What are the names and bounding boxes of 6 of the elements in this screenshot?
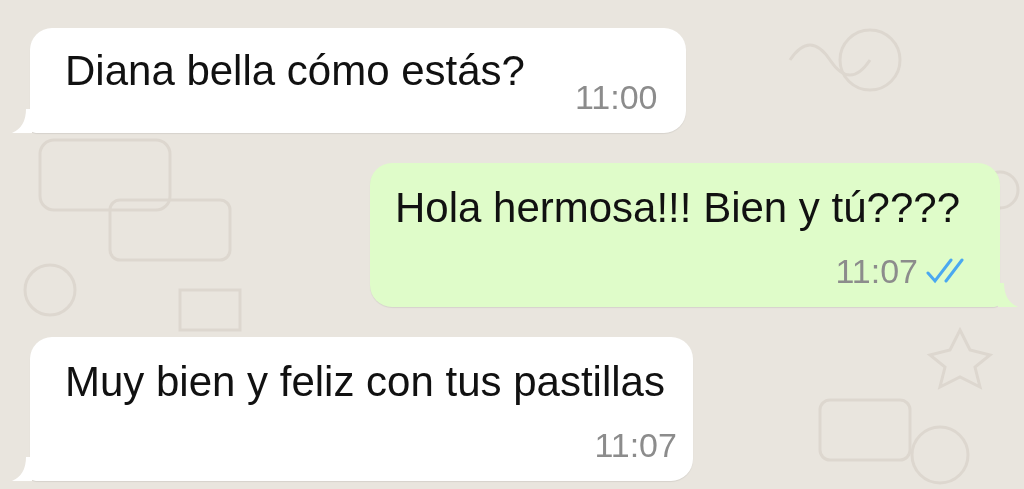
- message-time: 11:07: [594, 425, 677, 466]
- message-text: Hola hermosa!!! Bien y tú????: [395, 185, 960, 231]
- message-text: Diana bella cómo estás?: [65, 48, 525, 94]
- message-time: 11:00: [574, 77, 658, 118]
- message-time: 11:07: [835, 251, 918, 292]
- message-text: Muy bien y feliz con tus pastillas: [65, 359, 665, 405]
